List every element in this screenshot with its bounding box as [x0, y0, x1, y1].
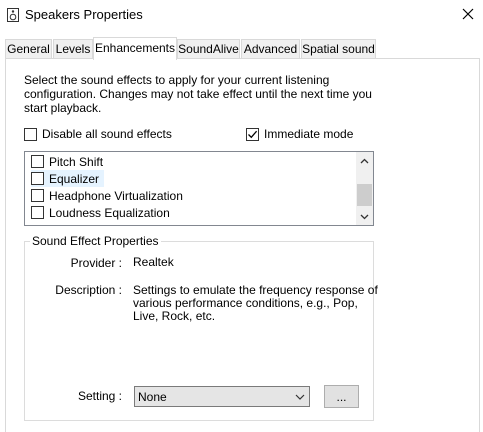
- tab-levels[interactable]: Levels: [53, 39, 93, 59]
- tab-general[interactable]: General: [5, 39, 52, 59]
- instructions-text: Select the sound effects to apply for yo…: [24, 73, 372, 115]
- list-item-label: Equalizer: [49, 171, 100, 186]
- tab-bar: General Levels Enhancements SoundAlive A…: [0, 37, 483, 60]
- checkbox-box[interactable]: [31, 189, 44, 202]
- tab-advanced[interactable]: Advanced: [241, 39, 300, 59]
- setting-dropdown[interactable]: None: [134, 386, 310, 407]
- scroll-thumb[interactable]: [357, 184, 372, 206]
- setting-label: Setting :: [77, 389, 122, 403]
- tab-spatial-sound[interactable]: Spatial sound: [301, 39, 376, 59]
- disable-all-label: Disable all sound effects: [42, 127, 172, 141]
- tab-enhancements[interactable]: Enhancements: [93, 37, 177, 60]
- more-options-button[interactable]: ...: [324, 385, 359, 408]
- list-item-equalizer[interactable]: Equalizer: [31, 170, 105, 187]
- provider-label: Provider :: [70, 256, 122, 270]
- chevron-up-icon: [360, 158, 369, 163]
- checkbox-box[interactable]: [24, 127, 37, 141]
- description-line: Live, Rock, etc.: [133, 309, 216, 323]
- checkbox-box[interactable]: [31, 206, 44, 219]
- chevron-down-icon: [360, 214, 369, 219]
- group-title: Sound Effect Properties: [30, 234, 161, 248]
- disable-all-checkbox[interactable]: Disable all sound effects: [24, 126, 172, 142]
- list-item-label: Headphone Virtualization: [49, 188, 183, 203]
- list-item-pitch-shift[interactable]: Pitch Shift: [31, 153, 103, 170]
- chevron-down-icon: [295, 394, 305, 400]
- scroll-down-button[interactable]: [356, 208, 373, 225]
- window-title: Speakers Properties: [25, 7, 143, 22]
- close-button[interactable]: [452, 0, 483, 28]
- list-item-loudness-equalization[interactable]: Loudness Equalization: [31, 204, 170, 221]
- checkbox-box[interactable]: [31, 172, 44, 185]
- tab-soundalive[interactable]: SoundAlive: [177, 39, 240, 59]
- check-icon: [248, 130, 258, 138]
- immediate-mode-checkbox[interactable]: Immediate mode: [246, 126, 353, 142]
- description-value: Settings to emulate the frequency respon…: [133, 284, 378, 323]
- immediate-mode-label: Immediate mode: [264, 127, 354, 141]
- scroll-up-button[interactable]: [356, 152, 373, 169]
- title-bar: Speakers Properties: [0, 0, 483, 30]
- description-label: Description :: [55, 283, 122, 297]
- effects-list[interactable]: Pitch Shift Equalizer Headphone Virtuali…: [24, 151, 374, 226]
- provider-value: Realtek: [133, 255, 174, 269]
- checkbox-box[interactable]: [246, 127, 259, 141]
- list-scrollbar[interactable]: [356, 152, 373, 225]
- setting-value: None: [138, 389, 167, 404]
- close-icon: [462, 8, 473, 20]
- speaker-icon: [7, 8, 19, 22]
- list-item-headphone-virtualization[interactable]: Headphone Virtualization: [31, 187, 183, 204]
- list-item-label: Pitch Shift: [49, 154, 104, 169]
- list-item-label: Loudness Equalization: [49, 205, 170, 220]
- checkbox-box[interactable]: [31, 155, 44, 168]
